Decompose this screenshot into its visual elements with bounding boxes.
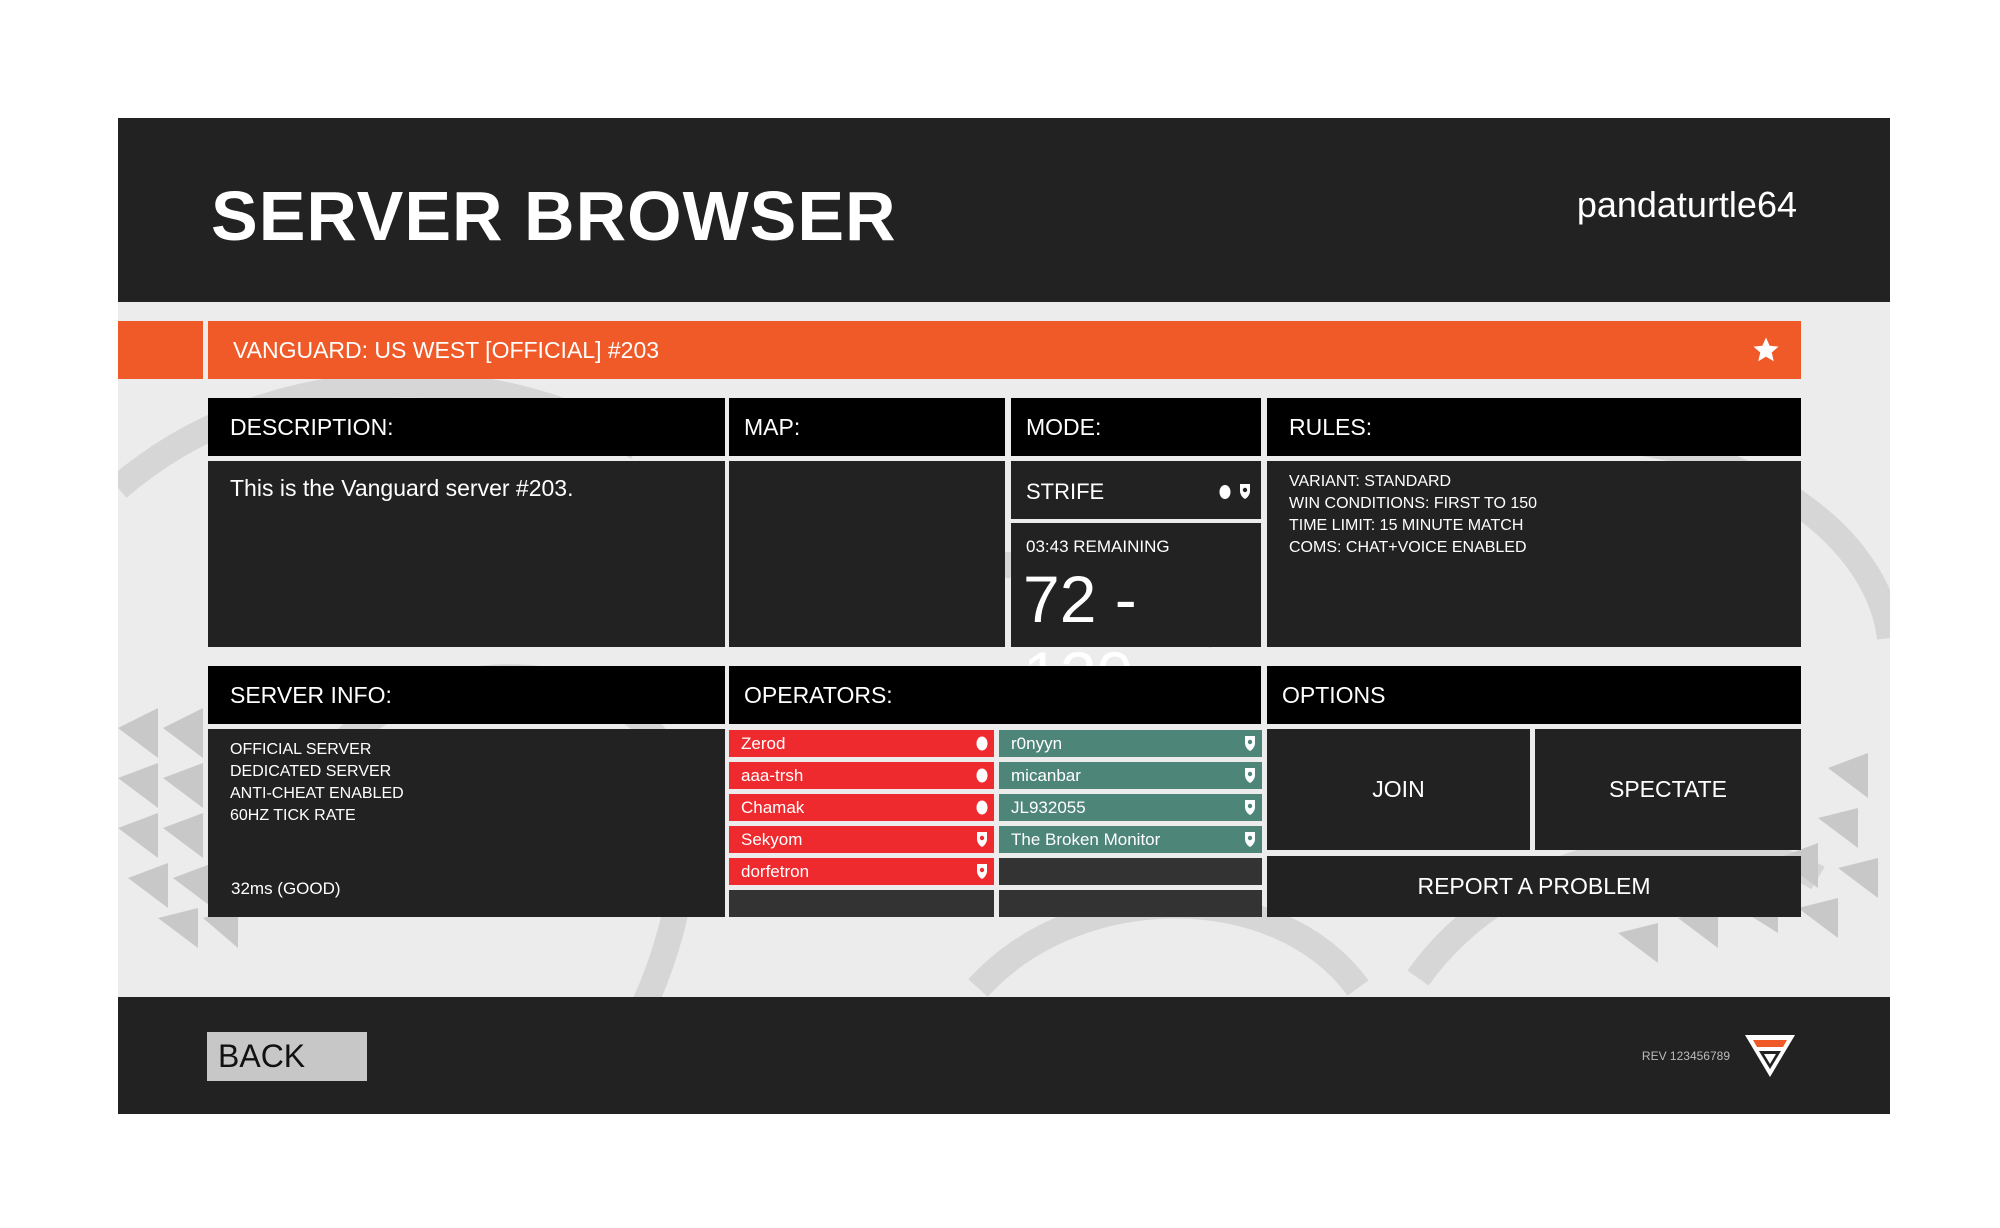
- ping-readout: 32ms (GOOD): [231, 879, 341, 898]
- shield-icon: [977, 864, 987, 879]
- mode-heading: MODE:: [1011, 398, 1261, 456]
- server-banner: VANGUARD: US WEST [OFFICIAL] #203: [208, 321, 1801, 379]
- rule-line: COMS: CHAT+VOICE ENABLED: [1289, 539, 1527, 556]
- shield-icon: [1245, 800, 1255, 815]
- shield-icon: [1245, 832, 1255, 847]
- options-heading: OPTIONS: [1267, 666, 1801, 724]
- operator-row-green[interactable]: JL932055: [999, 794, 1262, 821]
- operator-name: aaa-trsh: [741, 766, 804, 785]
- report-problem-button[interactable]: REPORT A PROBLEM: [1267, 856, 1801, 917]
- server-info-list: OFFICIAL SERVER DEDICATED SERVER ANTI-CH…: [230, 739, 404, 827]
- server-browser-frame: SERVER BROWSER pandaturtle64 VANGUARD: U…: [118, 118, 1890, 1114]
- shield-icon: [1245, 768, 1255, 783]
- server-info-line: 60HZ TICK RATE: [230, 807, 356, 824]
- rules-list: VARIANT: STANDARD WIN CONDITIONS: FIRST …: [1289, 471, 1537, 559]
- operator-name: dorfetron: [741, 862, 810, 881]
- rule-line: WIN CONDITIONS: FIRST TO 150: [1289, 495, 1538, 512]
- rules-heading: RULES:: [1267, 398, 1801, 456]
- rule-line: VARIANT: STANDARD: [1289, 473, 1452, 490]
- operators-heading: OPERATORS:: [729, 666, 1261, 724]
- egg-icon: [976, 736, 988, 751]
- mode-team-icons: [1219, 483, 1251, 500]
- back-button[interactable]: BACK: [207, 1032, 367, 1081]
- map-panel: [729, 461, 1005, 647]
- score-panel: 03:43 REMAINING 72 - 120: [1011, 523, 1261, 712]
- operator-row-red[interactable]: aaa-trsh: [729, 762, 994, 789]
- rules-panel: VARIANT: STANDARD WIN CONDITIONS: FIRST …: [1267, 461, 1801, 647]
- operator-name: The Broken Monitor: [1011, 830, 1161, 849]
- operator-slot-empty: [999, 858, 1262, 885]
- operator-name: r0nyyn: [1011, 734, 1063, 753]
- operator-row-green[interactable]: micanbar: [999, 762, 1262, 789]
- operator-slot-empty: [729, 890, 994, 917]
- server-info-line: DEDICATED SERVER: [230, 763, 392, 780]
- operator-name: Sekyom: [741, 830, 803, 849]
- egg-icon: [976, 800, 988, 815]
- join-button[interactable]: JOIN: [1267, 729, 1530, 850]
- map-heading: MAP:: [729, 398, 1005, 456]
- operator-row-red[interactable]: Zerod: [729, 730, 994, 757]
- server-info-panel: OFFICIAL SERVER DEDICATED SERVER ANTI-CH…: [208, 729, 725, 917]
- operator-row-red[interactable]: dorfetron: [729, 858, 994, 885]
- operator-row-red[interactable]: Chamak: [729, 794, 994, 821]
- operator-name: JL932055: [1011, 798, 1086, 817]
- footer-bar: BACK REV 123456789: [118, 997, 1890, 1114]
- operator-name: Chamak: [741, 798, 805, 817]
- spectate-button[interactable]: SPECTATE: [1535, 729, 1801, 850]
- operator-name: micanbar: [1011, 766, 1081, 785]
- shield-icon: [1240, 484, 1250, 499]
- description-panel: This is the Vanguard server #203.: [208, 461, 725, 647]
- banner-accent: [118, 321, 203, 379]
- revision-label: REV 123456789: [1641, 1049, 1730, 1063]
- operator-row-green[interactable]: The Broken Monitor: [999, 826, 1262, 853]
- page-title: SERVER BROWSER: [211, 177, 897, 255]
- username: pandaturtle64: [1576, 184, 1797, 225]
- header-bar: SERVER BROWSER pandaturtle64: [118, 118, 1890, 302]
- server-name: VANGUARD: US WEST [OFFICIAL] #203: [233, 337, 660, 363]
- shield-icon: [977, 832, 987, 847]
- server-info-line: ANTI-CHEAT ENABLED: [230, 785, 404, 802]
- egg-icon: [1219, 485, 1231, 499]
- time-remaining: 03:43 REMAINING: [1026, 537, 1170, 556]
- operator-slot-empty: [999, 890, 1262, 917]
- description-heading: DESCRIPTION:: [208, 398, 725, 456]
- egg-icon: [976, 768, 988, 783]
- operator-row-red[interactable]: Sekyom: [729, 826, 994, 853]
- server-info-heading: SERVER INFO:: [208, 666, 725, 724]
- mode-name-panel: STRIFE: [1011, 461, 1261, 519]
- mode-name: STRIFE: [1026, 479, 1105, 504]
- operator-row-green[interactable]: r0nyyn: [999, 730, 1262, 757]
- server-info-line: OFFICIAL SERVER: [230, 741, 372, 758]
- operator-name: Zerod: [741, 734, 786, 753]
- shield-icon: [1245, 736, 1255, 751]
- rule-line: TIME LIMIT: 15 MINUTE MATCH: [1289, 517, 1524, 534]
- vanguard-logo-icon: [1745, 1035, 1795, 1077]
- star-icon[interactable]: [1751, 335, 1781, 365]
- description-text: This is the Vanguard server #203.: [230, 475, 574, 501]
